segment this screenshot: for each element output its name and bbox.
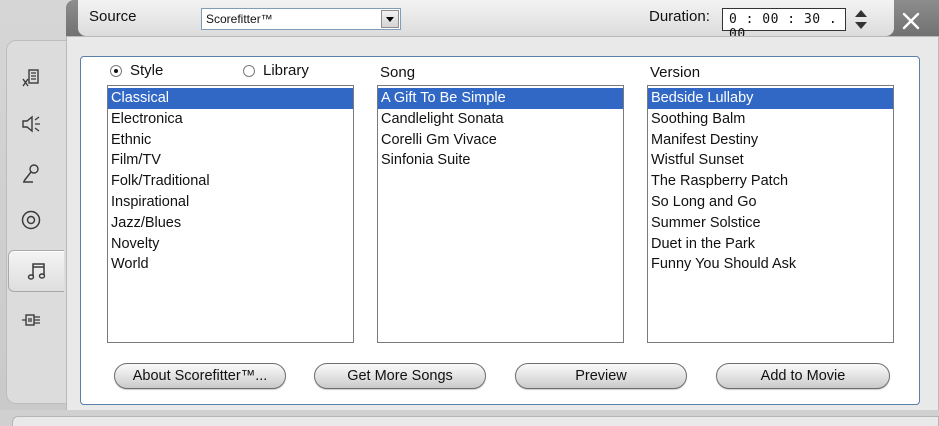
song-list[interactable]: A Gift To Be Simple Candlelight Sonata Cor… [377, 85, 624, 343]
list-item[interactable]: Duet in the Park [648, 234, 893, 255]
radio-style-button[interactable] [110, 64, 122, 77]
list-item[interactable]: Summer Solstice [648, 213, 893, 234]
list-item[interactable]: Soothing Balm [648, 109, 893, 130]
list-item[interactable]: Bedside Lullaby [648, 88, 893, 109]
source-label: Source [89, 8, 137, 25]
list-item[interactable]: Classical [108, 88, 353, 109]
list-item[interactable]: Funny You Should Ask [648, 254, 893, 275]
radio-style-label: Style [130, 62, 164, 79]
tool-disc[interactable] [8, 200, 54, 240]
list-item[interactable]: Inspirational [108, 192, 353, 213]
tool-voiceover[interactable] [8, 154, 54, 194]
list-item[interactable]: Jazz/Blues [108, 213, 353, 234]
style-list[interactable]: Classical Electronica Ethnic Film/TV Folk/Tr… [107, 85, 354, 343]
duration-spinner[interactable] [854, 8, 868, 32]
list-item[interactable]: Novelty [108, 234, 353, 255]
duration-label: Duration: [649, 8, 710, 25]
spin-down-icon[interactable] [855, 22, 867, 29]
list-item[interactable]: Sinfonia Suite [378, 150, 623, 171]
close-button[interactable] [896, 6, 926, 36]
microphone-icon [23, 164, 39, 183]
radio-library[interactable]: Library [243, 62, 309, 79]
music-notes-icon [27, 263, 45, 280]
list-item[interactable]: Wistful Sunset [648, 150, 893, 171]
about-scorefitter-button[interactable]: About Scorefitter™... [114, 363, 286, 389]
duration-field[interactable]: 0 : 00 : 30 . 00 [722, 8, 846, 42]
list-item[interactable]: Manifest Destiny [648, 130, 893, 151]
radio-style[interactable]: Style [110, 62, 163, 79]
add-to-movie-button[interactable]: Add to Movie [716, 363, 890, 389]
bottom-panel-edge [12, 416, 939, 426]
list-item[interactable]: Corelli Gm Vivace [378, 130, 623, 151]
list-item[interactable]: A Gift To Be Simple [378, 88, 623, 109]
speaker-icon [22, 115, 40, 133]
list-item[interactable]: So Long and Go [648, 192, 893, 213]
spin-up-icon[interactable] [855, 10, 867, 17]
version-column-label: Version [650, 64, 701, 81]
source-dropdown-value: Scorefitter™ [206, 12, 273, 26]
radio-library-label: Library [263, 62, 309, 79]
tool-audio[interactable] [8, 104, 54, 144]
video-edit-icon [22, 69, 39, 87]
plug-icon [22, 314, 40, 326]
tool-plugin[interactable] [8, 300, 54, 340]
chevron-down-icon[interactable] [381, 10, 399, 28]
radio-library-button[interactable] [243, 64, 255, 77]
close-icon [902, 12, 920, 30]
disc-icon [21, 210, 41, 230]
list-item[interactable]: Electronica [108, 109, 353, 130]
get-more-songs-button[interactable]: Get More Songs [314, 363, 486, 389]
preview-button[interactable]: Preview [515, 363, 687, 389]
tool-music[interactable] [8, 250, 64, 292]
list-item[interactable]: Ethnic [108, 130, 353, 151]
song-column-label: Song [380, 64, 416, 81]
source-dropdown[interactable]: Scorefitter™ [201, 8, 401, 30]
list-item[interactable]: Folk/Traditional [108, 171, 353, 192]
list-item[interactable]: Candlelight Sonata [378, 109, 623, 130]
tool-video-edit[interactable] [8, 58, 54, 98]
list-item[interactable]: World [108, 254, 353, 275]
list-item[interactable]: Film/TV [108, 150, 353, 171]
list-item[interactable]: The Raspberry Patch [648, 171, 893, 192]
version-list[interactable]: Bedside Lullaby Soothing Balm Manifest Des… [647, 85, 894, 343]
